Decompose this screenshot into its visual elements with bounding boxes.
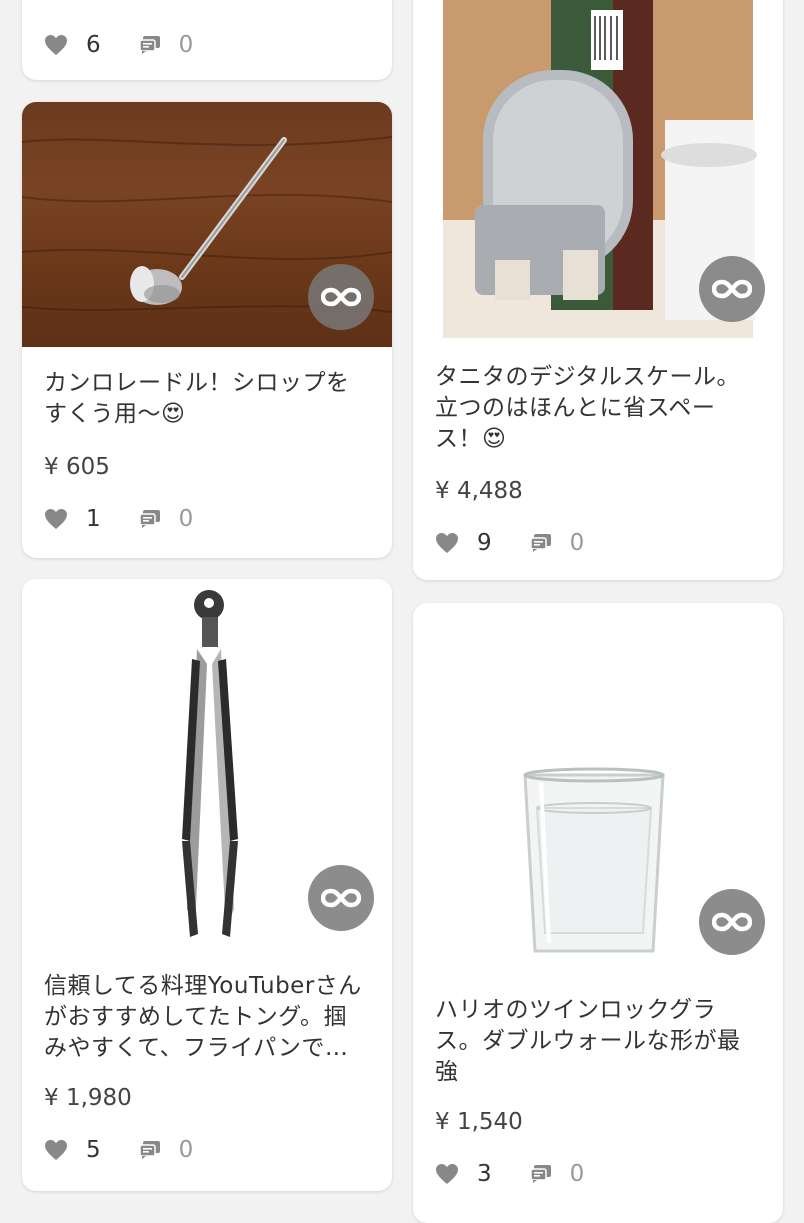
like-count: 6 bbox=[86, 32, 101, 58]
card-stats: 9 0 bbox=[435, 530, 584, 556]
comment-icon[interactable] bbox=[138, 35, 161, 55]
comment-icon[interactable] bbox=[138, 1140, 161, 1160]
card-stats: 5 0 bbox=[44, 1137, 193, 1163]
comment-count: 0 bbox=[569, 530, 585, 556]
comment-icon[interactable] bbox=[138, 509, 161, 529]
like-count: 3 bbox=[477, 1161, 492, 1187]
item-price: ¥ 1,980 bbox=[44, 1085, 132, 1111]
item-price: ¥ 1,540 bbox=[435, 1109, 523, 1135]
item-title[interactable]: カンロレードル！シロップをすくう用〜😍 bbox=[44, 368, 368, 430]
item-card[interactable]: タニタのデジタルスケール。立つのはほんとに省スペース！😍 ¥ 4,488 9 0 bbox=[413, 0, 783, 580]
item-card[interactable]: ハリオのツインロックグラス。ダブルウォールな形が最強 ¥ 1,540 3 0 bbox=[413, 603, 783, 1223]
item-price: ¥ 4,488 bbox=[435, 478, 523, 504]
item-card[interactable]: 信頼してる料理YouTuberさんがおすすめしてたトング。掴みやすくて、フライパ… bbox=[22, 579, 392, 1191]
like-count: 5 bbox=[86, 1137, 101, 1163]
like-count: 1 bbox=[86, 506, 101, 532]
item-card[interactable]: 6 0 bbox=[22, 0, 392, 80]
card-stats: 6 0 bbox=[44, 32, 193, 58]
item-title[interactable]: タニタのデジタルスケール。立つのはほんとに省スペース！😍 bbox=[435, 362, 759, 455]
heart-icon[interactable] bbox=[44, 34, 68, 56]
comment-icon[interactable] bbox=[529, 533, 552, 553]
card-stats: 3 0 bbox=[435, 1161, 584, 1187]
like-count: 9 bbox=[477, 530, 492, 556]
infinity-icon[interactable] bbox=[308, 865, 374, 931]
infinity-icon[interactable] bbox=[699, 889, 765, 955]
heart-icon[interactable] bbox=[435, 1163, 459, 1185]
comment-count: 0 bbox=[569, 1161, 585, 1187]
item-title[interactable]: ハリオのツインロックグラス。ダブルウォールな形が最強 bbox=[435, 995, 759, 1088]
item-card[interactable]: カンロレードル！シロップをすくう用〜😍 ¥ 605 1 0 bbox=[22, 102, 392, 558]
comment-icon[interactable] bbox=[529, 1164, 552, 1184]
heart-icon[interactable] bbox=[435, 532, 459, 554]
item-price: ¥ 605 bbox=[44, 454, 110, 480]
heart-icon[interactable] bbox=[44, 1139, 68, 1161]
infinity-icon[interactable] bbox=[308, 264, 374, 330]
comment-count: 0 bbox=[178, 506, 194, 532]
card-stats: 1 0 bbox=[44, 506, 193, 532]
comment-count: 0 bbox=[178, 32, 194, 58]
item-title[interactable]: 信頼してる料理YouTuberさんがおすすめしてたトング。掴みやすくて、フライパ… bbox=[44, 971, 368, 1064]
infinity-icon[interactable] bbox=[699, 256, 765, 322]
heart-icon[interactable] bbox=[44, 508, 68, 530]
comment-count: 0 bbox=[178, 1137, 194, 1163]
